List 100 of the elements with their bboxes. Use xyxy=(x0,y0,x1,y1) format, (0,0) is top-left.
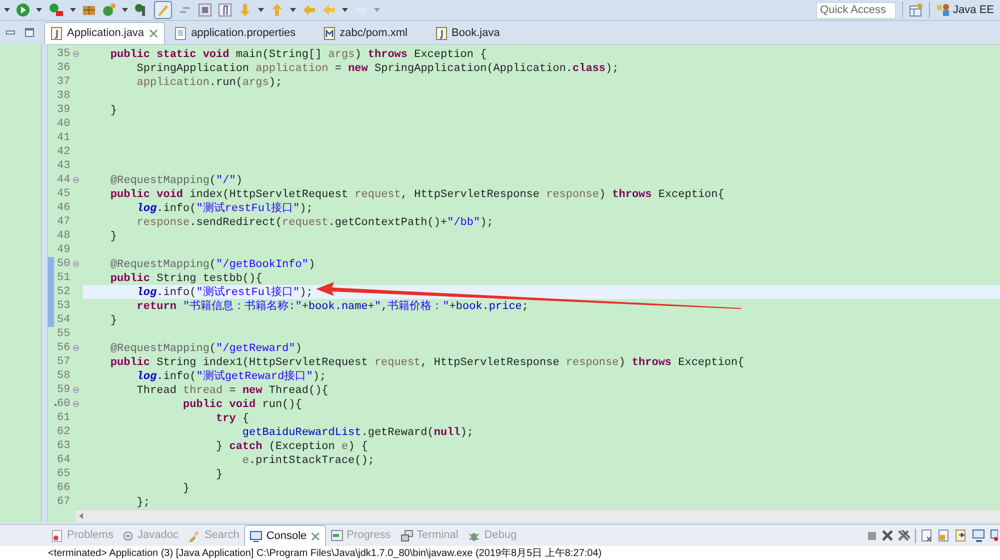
fold-icon[interactable] xyxy=(73,401,79,407)
line-number: 53 xyxy=(57,299,72,313)
line-number: 56 xyxy=(57,341,72,355)
code-line: log.info("测试restFul接口"); xyxy=(136,203,313,215)
dropdown-caret-icon[interactable] xyxy=(70,8,76,12)
line-number: 50 xyxy=(57,257,72,271)
line-number: 40 xyxy=(57,117,72,131)
line-number: 35 xyxy=(57,47,72,61)
horizontal-scrollbar[interactable] xyxy=(76,509,1000,522)
dropdown-caret-icon[interactable] xyxy=(258,8,264,12)
scroll-left-icon[interactable] xyxy=(79,513,83,519)
new-class-icon[interactable] xyxy=(102,3,116,17)
line-number: 64 xyxy=(57,453,72,467)
stop-icon[interactable] xyxy=(867,530,877,540)
code-line: public String testbb(){ xyxy=(109,273,262,285)
code-line: } xyxy=(109,231,118,243)
code-line: Thread thread = new Thread(){ xyxy=(136,385,328,397)
dropdown-caret-icon[interactable] xyxy=(122,8,128,12)
line-number: 65 xyxy=(57,467,72,481)
dropdown-caret-icon[interactable] xyxy=(342,8,348,12)
dropdown-caret-icon[interactable] xyxy=(36,8,42,12)
line-number: 44 xyxy=(57,173,72,187)
line-number: 43 xyxy=(57,159,72,173)
line-number: 37 xyxy=(57,75,72,89)
package-icon[interactable] xyxy=(82,3,96,17)
progress-icon xyxy=(330,530,343,541)
code-line: application.run(args); xyxy=(136,77,282,89)
maven-file-icon xyxy=(324,26,335,40)
run-external-icon[interactable] xyxy=(48,3,64,17)
editor-tab[interactable]: Book.java xyxy=(428,22,508,44)
document-icon[interactable] xyxy=(921,529,933,542)
maximize-icon[interactable] xyxy=(25,28,34,37)
code-line: e.printStackTrace(); xyxy=(241,455,374,467)
text-file-icon xyxy=(175,26,186,40)
pin-icon[interactable] xyxy=(134,3,148,17)
code-line: @RequestMapping("/getReward") xyxy=(109,343,302,355)
code-line: public String index1(HttpServletRequest request, HttpServletResponse response) throws Exception{ xyxy=(109,357,744,369)
code-line: } catch (Exception e) { xyxy=(215,441,368,453)
code-line: SpringApplication application = new SpringApplication(Application.class); xyxy=(136,63,619,75)
display-console-icon[interactable] xyxy=(972,529,985,542)
code-line: public void run(){ xyxy=(182,399,302,411)
lock-icon[interactable] xyxy=(938,529,950,542)
line-number: 61 xyxy=(57,411,72,425)
line-number: 48 xyxy=(57,229,72,243)
line-number: 41 xyxy=(57,131,72,145)
fold-icon[interactable] xyxy=(73,387,79,393)
fold-icon[interactable] xyxy=(73,177,79,183)
remove-launch-icon[interactable] xyxy=(882,530,893,541)
dropdown-caret-icon[interactable] xyxy=(4,8,10,12)
code-line: return "书籍信息：书籍名称:"+book.name+",书籍价格："+book.price; xyxy=(136,301,529,313)
fold-icon[interactable] xyxy=(73,51,79,57)
line-number: 67 xyxy=(57,495,72,509)
pin-console-icon[interactable] xyxy=(955,529,967,542)
view-tab[interactable]: Console xyxy=(244,525,326,546)
line-number: 49 xyxy=(57,243,72,257)
line-number: 66 xyxy=(57,481,72,495)
code-line: log.info("测试restFul接口"); xyxy=(136,287,313,299)
line-number: 62 xyxy=(57,425,72,439)
paragraph-icon[interactable] xyxy=(218,3,232,17)
code-line: log.info("测试getReward接口"); xyxy=(136,371,326,383)
console-status-text: <terminated> Application (3) [Java Application] C:\Program Files\Java\jdk1.7.0_80\bin\javaw.exe (2019年8月5日 上午8:27:04) xyxy=(48,546,602,560)
brush-toggle-icon[interactable] xyxy=(154,1,172,19)
line-number: 58 xyxy=(57,369,72,383)
line-number: 46 xyxy=(57,201,72,215)
code-line: response.sendRedirect(request.getContextPath()+"/bb"); xyxy=(136,217,494,229)
editor-tab[interactable]: zabc/pom.xml xyxy=(316,22,416,44)
line-number: 45 xyxy=(57,187,72,201)
remove-all-icon[interactable] xyxy=(898,530,910,541)
new-console-icon[interactable] xyxy=(990,529,998,542)
code-line: }; xyxy=(136,497,150,509)
line-number: 54 xyxy=(57,313,72,327)
line-number: 55 xyxy=(57,327,72,341)
line-number: 42 xyxy=(57,145,72,159)
open-perspective-icon[interactable] xyxy=(909,3,924,17)
code-line: } xyxy=(109,105,118,117)
console-icon xyxy=(250,530,262,542)
line-number: 51 xyxy=(57,271,72,285)
perspective-button[interactable]: Java EE xyxy=(936,0,1000,20)
problems-icon xyxy=(52,530,63,542)
fold-icon[interactable] xyxy=(73,261,79,267)
code-line: @RequestMapping("/getBookInfo") xyxy=(109,259,316,271)
line-number: 60 xyxy=(57,397,72,411)
line-number: 63 xyxy=(57,439,72,453)
close-icon[interactable] xyxy=(310,532,320,540)
java-ee-perspective-icon xyxy=(936,3,950,17)
fold-icon[interactable] xyxy=(73,345,79,351)
code-line: } xyxy=(109,315,118,327)
line-number: 59 xyxy=(57,383,72,397)
code-line: public static void main(String[] args) throws Exception { xyxy=(109,49,487,61)
editor-tab[interactable]: Application.java xyxy=(44,22,166,44)
line-number: 52 xyxy=(57,285,72,299)
block-selection-icon[interactable] xyxy=(198,3,212,17)
code-line: getBaiduRewardList.getReward(null); xyxy=(241,427,474,439)
code-line: public void index(HttpServletRequest request, HttpServletResponse response) throws Exception{ xyxy=(109,189,724,201)
editor-tab[interactable]: application.properties xyxy=(167,22,304,44)
dropdown-caret-icon[interactable] xyxy=(290,8,296,12)
close-icon[interactable] xyxy=(149,29,158,38)
code-line: } xyxy=(215,469,223,481)
quick-access-field[interactable]: Quick Access xyxy=(816,2,896,18)
run-icon[interactable] xyxy=(16,3,30,17)
